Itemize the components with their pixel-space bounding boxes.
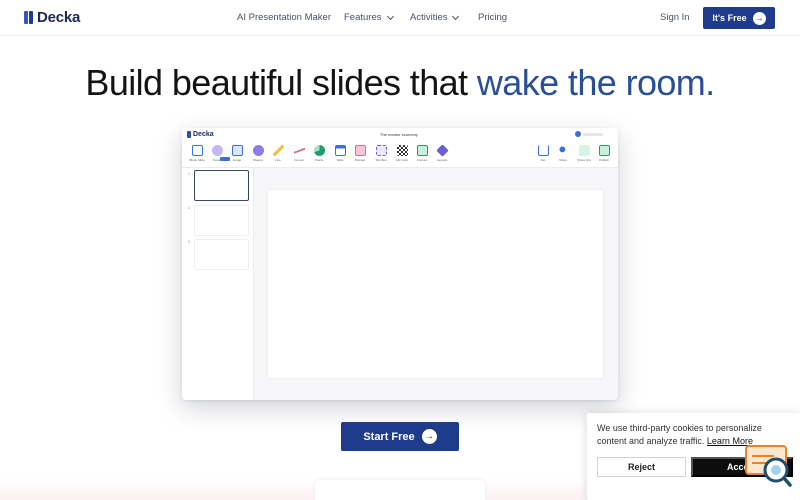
notes-icon xyxy=(211,145,223,156)
hero-title: Build beautiful slides that wake the roo… xyxy=(0,62,800,104)
curve-icon xyxy=(293,145,305,156)
tool-curves: Curves xyxy=(289,145,309,162)
slide-thumbnail-2 xyxy=(194,205,249,236)
image-icon xyxy=(231,145,243,156)
pie-chart-icon xyxy=(313,145,325,156)
layers-icon xyxy=(435,144,449,157)
bottom-card-peek xyxy=(315,480,485,500)
qr-code-icon xyxy=(396,145,408,156)
its-free-label: It's Free xyxy=(712,13,747,23)
app-preview-toolbar: Decka The creator economy Blank Slide No… xyxy=(182,128,618,168)
biomed-icon xyxy=(354,145,366,156)
tool-share: Share xyxy=(553,145,573,162)
chevron-down-icon xyxy=(386,12,394,20)
slide-thumbnail-3 xyxy=(194,239,249,270)
line-icon xyxy=(272,145,284,156)
nav-ai-presentation-maker[interactable]: AI Presentation Maker xyxy=(237,12,331,23)
top-navigation: Decka AI Presentation Maker Features Act… xyxy=(0,0,800,36)
tooltip-badge xyxy=(220,157,230,161)
brand-name: Decka xyxy=(37,9,81,26)
app-preview-doc-title: The creator economy xyxy=(380,132,418,137)
tool-blank-slide: Blank Slide xyxy=(187,145,207,162)
arrow-right-icon: → xyxy=(421,429,437,444)
nav-features[interactable]: Features xyxy=(344,12,394,23)
slide-canvas xyxy=(268,190,603,378)
link-icon xyxy=(578,145,590,156)
search-chat-widget-icon[interactable] xyxy=(744,444,792,488)
table-icon xyxy=(334,145,346,156)
tool-image: Image xyxy=(227,145,247,162)
start-free-label: Start Free xyxy=(363,430,415,443)
app-preview-logo-text: Decka xyxy=(193,131,214,138)
reject-cookies-button[interactable]: Reject xyxy=(597,457,686,477)
chevron-down-icon xyxy=(452,12,460,20)
avatar xyxy=(575,131,581,137)
tool-qr-code: QR code xyxy=(392,145,412,162)
app-preview-user xyxy=(575,131,603,137)
tool-table: Table xyxy=(330,145,350,162)
tool-get: Get xyxy=(533,145,553,162)
app-preview-logo: Decka xyxy=(187,131,214,138)
logo-mark-icon xyxy=(24,11,33,24)
tool-share-link: Share link xyxy=(574,145,594,162)
shield-check-icon xyxy=(598,145,610,156)
thumbnail-number: 2 xyxy=(188,206,190,210)
tool-publish: Publish xyxy=(594,145,614,162)
shapes-icon xyxy=(252,145,264,156)
tool-line: Line xyxy=(268,145,288,162)
tool-text-box: Text Box xyxy=(371,145,391,162)
user-add-icon xyxy=(557,145,569,156)
hero-title-plain: Build beautiful slides that xyxy=(85,62,468,103)
text-box-icon xyxy=(375,145,387,156)
its-free-button[interactable]: It's Free → xyxy=(703,7,775,29)
thumbnail-number: 1 xyxy=(188,172,190,176)
start-free-button[interactable]: Start Free → xyxy=(341,422,459,451)
brand-logo[interactable]: Decka xyxy=(24,9,80,26)
tool-layouts: Layouts xyxy=(432,144,452,162)
nav-pricing[interactable]: Pricing xyxy=(478,12,507,23)
tool-frames: Frames xyxy=(412,145,432,162)
frame-icon xyxy=(416,145,428,156)
tool-shapes: Shapes xyxy=(248,145,268,162)
thumbnail-number: 3 xyxy=(188,240,190,244)
nav-activities[interactable]: Activities xyxy=(410,12,460,23)
download-icon xyxy=(537,145,549,156)
tool-charts: Charts xyxy=(309,145,329,162)
sign-in-link[interactable]: Sign In xyxy=(660,12,690,23)
slide-thumbnails: 1 2 3 xyxy=(182,168,254,400)
tool-biomed: Biomed xyxy=(350,145,370,162)
app-preview: Decka The creator economy Blank Slide No… xyxy=(182,128,618,400)
logo-mark-icon xyxy=(187,131,191,138)
user-name-bar xyxy=(583,132,603,136)
slide-thumbnail-1 xyxy=(194,170,249,201)
hero-title-accent: wake the room. xyxy=(476,62,715,103)
slide-icon xyxy=(191,145,203,156)
arrow-right-icon: → xyxy=(752,11,766,25)
